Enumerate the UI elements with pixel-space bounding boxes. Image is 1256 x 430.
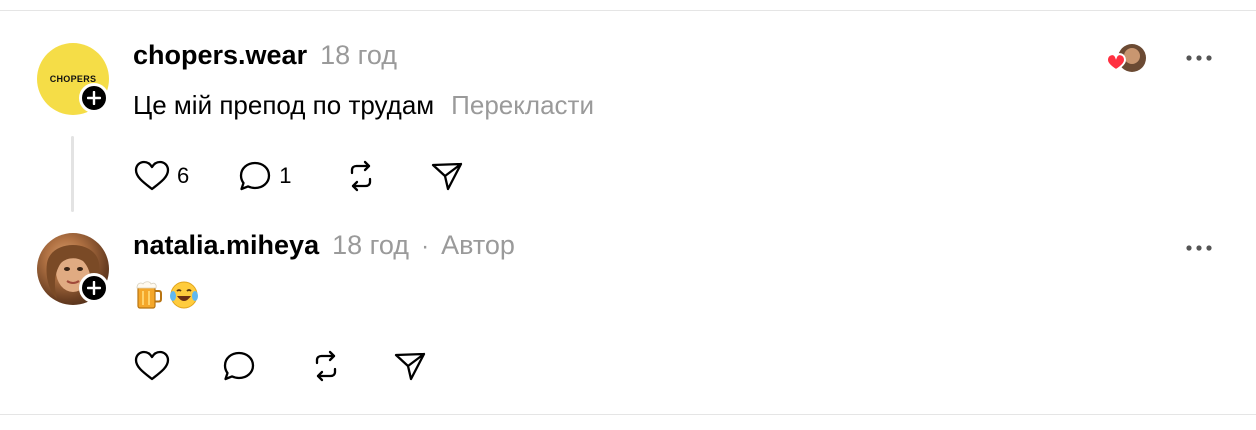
comment-icon — [221, 349, 257, 383]
author-badge: Автор — [441, 230, 515, 260]
heart-icon — [133, 159, 171, 193]
timestamp[interactable]: 18 год — [332, 230, 409, 261]
translate-link[interactable]: Перекласти — [451, 90, 594, 121]
share-button[interactable] — [393, 346, 427, 386]
username[interactable]: natalia.miheya — [133, 230, 319, 261]
comment-count: 1 — [279, 163, 292, 188]
post-header: natalia.miheya 18 год · Автор — [133, 230, 515, 266]
post-text: Це мій препод по трудам — [133, 90, 435, 120]
post-header: chopers.wear 18 год — [133, 40, 397, 76]
post-body: Це мій препод по трудам Перекласти — [133, 90, 594, 126]
share-button[interactable] — [430, 156, 464, 196]
thread-line — [71, 136, 74, 212]
bottom-divider — [0, 414, 1256, 415]
action-bar: 6 1 — [133, 156, 464, 196]
timestamp[interactable]: 18 год — [320, 40, 397, 71]
comment-button[interactable] — [221, 346, 257, 386]
comment-button[interactable]: 1 — [237, 156, 292, 196]
more-icon[interactable] — [1184, 242, 1214, 254]
like-count: 6 — [177, 163, 190, 188]
share-icon — [393, 349, 427, 383]
liked-by-avatar[interactable] — [1103, 42, 1149, 74]
share-icon — [430, 159, 464, 193]
beer-mug-emoji — [135, 280, 163, 310]
action-bar — [133, 346, 427, 386]
separator: · — [421, 233, 430, 260]
like-button[interactable]: 6 — [133, 156, 189, 196]
username[interactable]: chopers.wear — [133, 40, 307, 71]
post-chopers: CHOPERS chopers.wear 18 год Це мій препо… — [0, 38, 1256, 218]
repost-button[interactable] — [309, 346, 343, 386]
heart-icon — [133, 349, 171, 383]
repost-icon — [344, 159, 378, 193]
post-body — [135, 280, 199, 310]
post-natalia: natalia.miheya 18 год · Автор — [0, 228, 1256, 398]
like-button[interactable] — [133, 346, 171, 386]
top-divider — [0, 10, 1256, 11]
repost-button[interactable] — [344, 156, 378, 196]
tears-of-joy-emoji — [169, 280, 199, 310]
repost-icon — [309, 349, 343, 383]
comment-icon — [237, 159, 273, 193]
follow-plus-icon[interactable] — [79, 273, 109, 303]
more-icon[interactable] — [1184, 52, 1214, 64]
follow-plus-icon[interactable] — [79, 83, 109, 113]
